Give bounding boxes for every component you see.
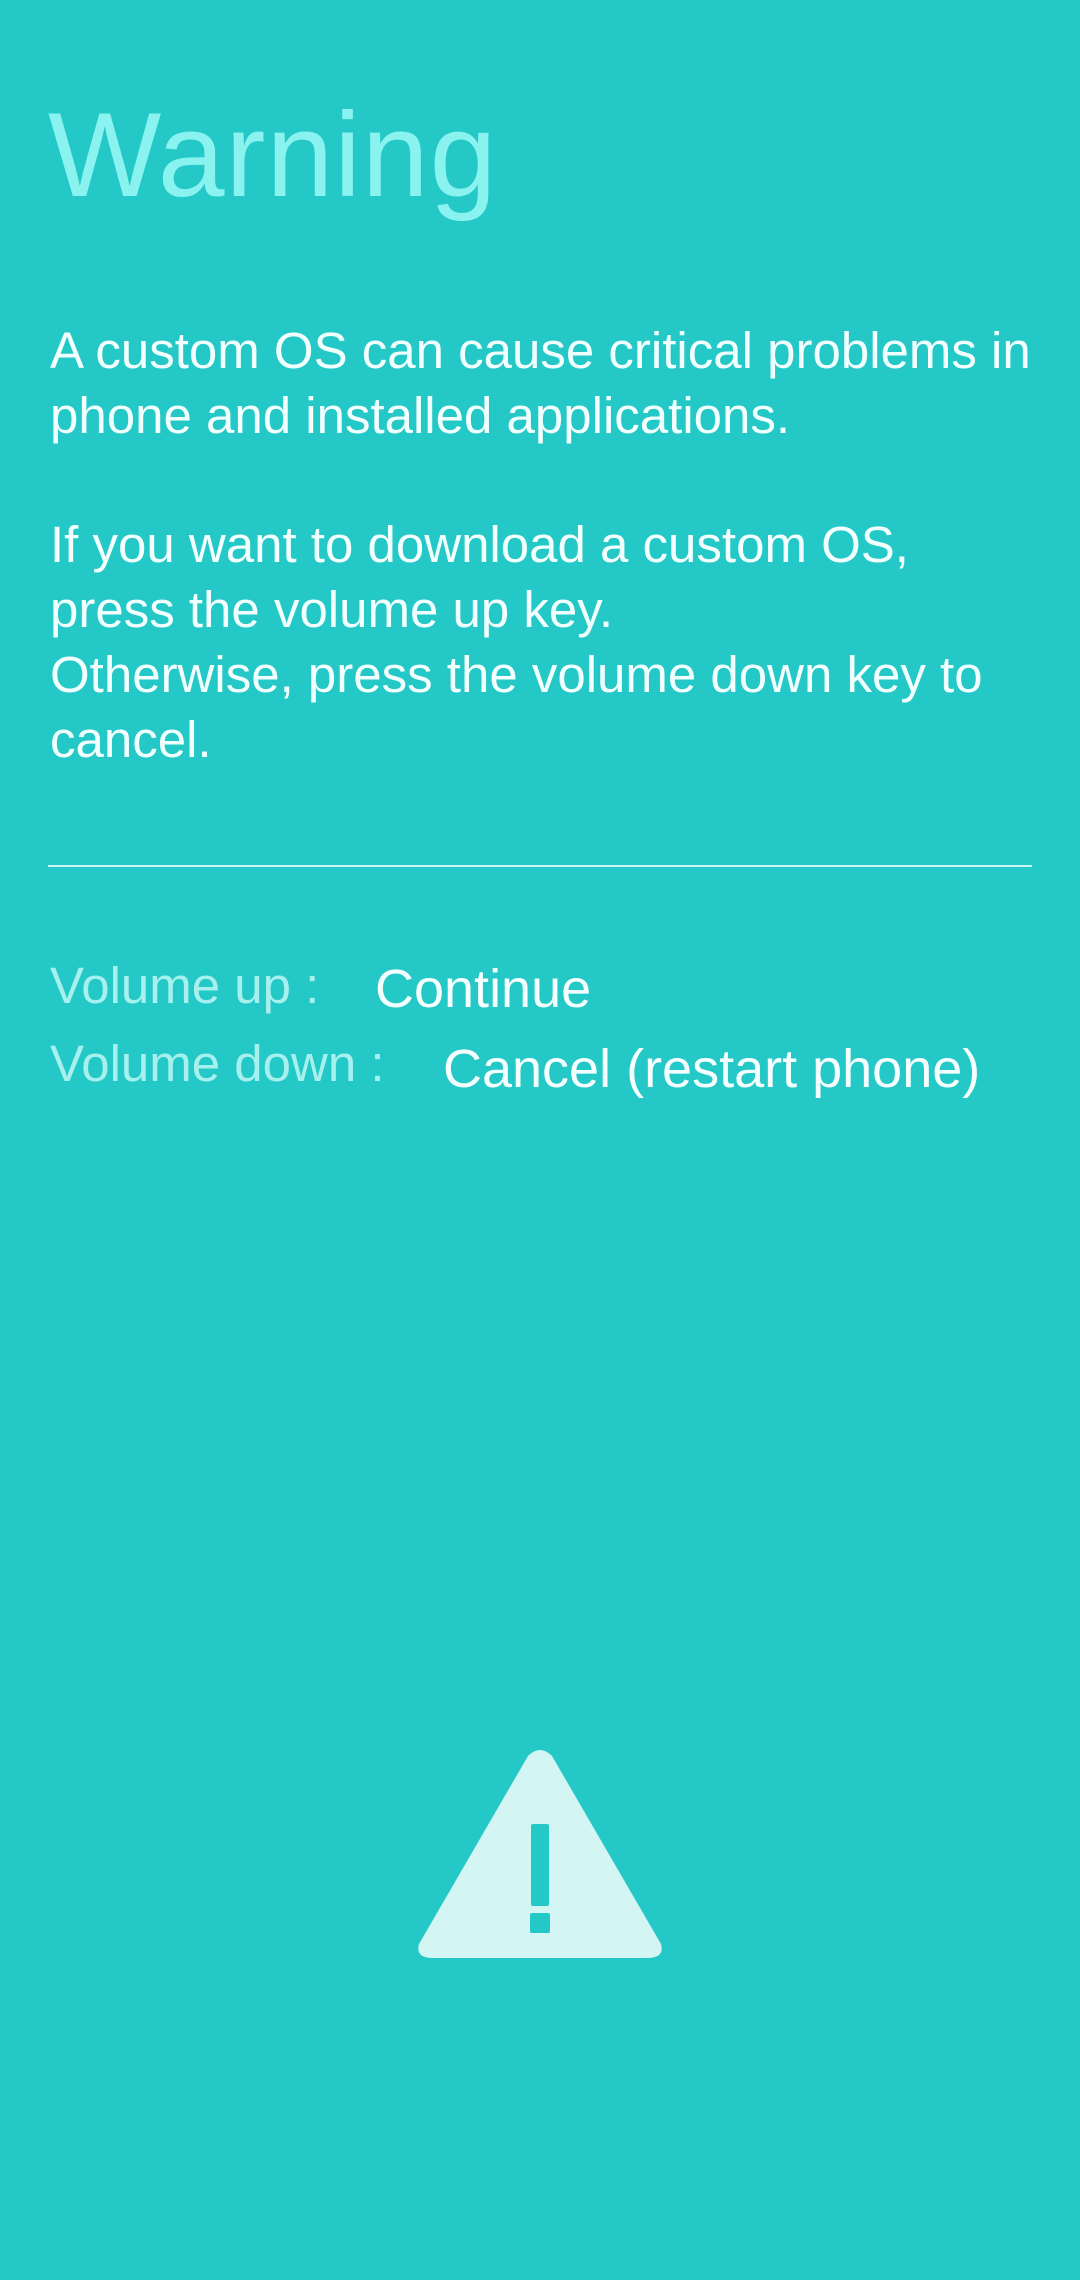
instruction-line-cancel: Otherwise, press the volume down key to … [50,646,983,768]
instruction-line-continue: If you want to download a custom OS, pre… [50,516,909,638]
volume-down-action: Cancel (restart phone) [443,1039,981,1099]
warning-message: A custom OS can cause critical problems … [50,322,1031,444]
volume-down-label: Volume down : [50,1035,385,1092]
warning-triangle-icon [418,1750,662,1958]
volume-up-action: Continue [375,959,592,1019]
divider [48,865,1032,867]
download-mode-warning-screen: Warning A custom OS can cause critical p… [0,0,1080,2280]
volume-up-label: Volume up : [50,957,320,1014]
instruction-message: If you want to download a custom OS, pre… [50,512,1040,772]
page-title: Warning [48,88,498,222]
